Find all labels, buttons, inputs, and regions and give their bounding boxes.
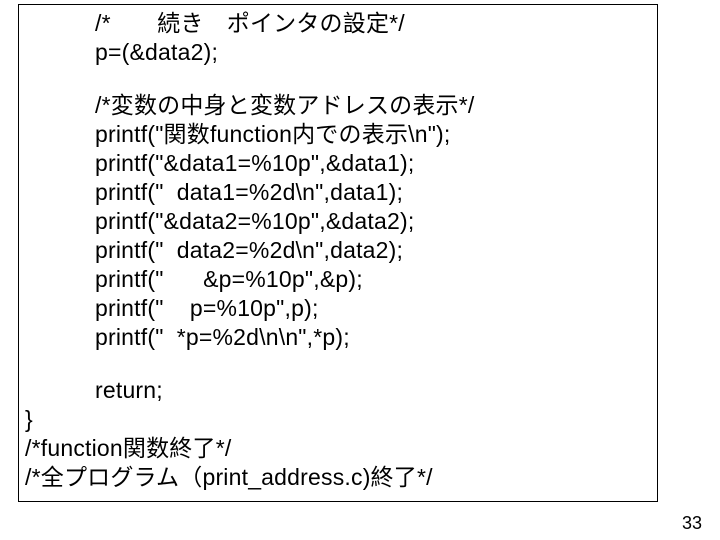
code-line: printf(" *p=%2d\n\n",*p); [25, 323, 651, 352]
slide: /* 続き ポインタの設定*/ p=(&data2); /*変数の中身と変数アド… [0, 0, 720, 540]
blank-line [25, 67, 651, 91]
code-line: /*変数の中身と変数アドレスの表示*/ [25, 91, 651, 120]
code-box: /* 続き ポインタの設定*/ p=(&data2); /*変数の中身と変数アド… [18, 4, 658, 502]
code-line: printf(" data2=%2d\n",data2); [25, 236, 651, 265]
code-line: printf(" data1=%2d\n",data1); [25, 178, 651, 207]
page-number: 33 [682, 513, 702, 534]
code-line: printf("&data1=%10p",&data1); [25, 149, 651, 178]
code-line: /*全プログラム（print_address.c)終了*/ [25, 463, 651, 492]
code-line: p=(&data2); [25, 38, 651, 67]
code-line: printf("関数function内での表示\n"); [25, 120, 651, 149]
code-line: /*function関数終了*/ [25, 434, 651, 463]
code-line: printf(" &p=%10p",&p); [25, 265, 651, 294]
code-line: } [25, 405, 651, 434]
code-line: /* 続き ポインタの設定*/ [25, 9, 651, 38]
code-line: printf("&data2=%10p",&data2); [25, 207, 651, 236]
blank-line [25, 352, 651, 376]
code-line: printf(" p=%10p",p); [25, 294, 651, 323]
code-line: return; [25, 376, 651, 405]
